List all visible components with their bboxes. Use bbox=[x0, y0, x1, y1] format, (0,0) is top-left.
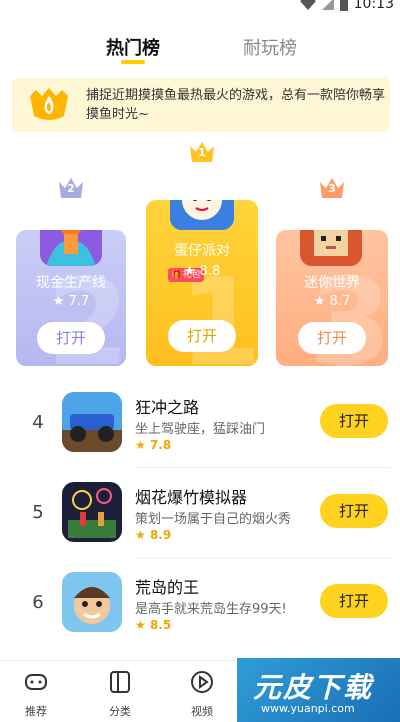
ranking-tabs: 热门榜 耐玩榜 bbox=[0, 30, 400, 70]
open-button[interactable]: 打开 bbox=[320, 404, 388, 438]
podium-rating-value-1: 8.8 bbox=[199, 264, 221, 279]
list-game-name: 狂冲之路 bbox=[135, 398, 200, 417]
list-game-rating: ★ 8.5 bbox=[135, 618, 172, 632]
status-bar: 10:13 bbox=[0, 0, 400, 14]
list-rank: 4 bbox=[32, 412, 44, 433]
nav-item-recommend[interactable]: 推荐 bbox=[16, 669, 56, 719]
podium: 2 2 现金生产线 ★ 7.7 打开 1 1 🎁礼包 蛋仔派对 ★ 8.8 打开… bbox=[0, 140, 400, 370]
category-icon bbox=[110, 671, 130, 693]
open-button-3[interactable]: 打开 bbox=[298, 322, 366, 354]
podium-rating-value-2: 7.7 bbox=[68, 294, 90, 309]
list-rating-value: 8.9 bbox=[149, 528, 172, 542]
site-watermark: 元皮下载 www.yuanpi.com bbox=[237, 658, 400, 722]
play-icon bbox=[191, 671, 213, 693]
gamepad-icon bbox=[25, 674, 47, 690]
podium-rank-3: 3 bbox=[328, 182, 336, 195]
list-game-rating: ★ 8.9 bbox=[135, 528, 172, 542]
list-rating-value: 8.5 bbox=[149, 618, 172, 632]
cash-line-game-icon bbox=[40, 230, 102, 266]
podium-name-1: 蛋仔派对 bbox=[174, 243, 230, 259]
eggy-party-game-icon bbox=[170, 200, 234, 230]
watermark-url: www.yuanpi.com bbox=[261, 702, 355, 715]
nav-item-video[interactable]: 视频 bbox=[182, 669, 222, 719]
open-button-1[interactable]: 打开 bbox=[168, 320, 236, 352]
open-button[interactable]: 打开 bbox=[320, 584, 388, 618]
crazy-road-game-icon bbox=[62, 392, 122, 452]
nav-label-category: 分类 bbox=[109, 705, 131, 718]
list-game-desc: 策划一场属于自己的烟火秀 bbox=[135, 512, 292, 527]
tab-hot[interactable]: 热门榜 bbox=[106, 34, 160, 60]
list-game-name: 烟花爆竹模拟器 bbox=[135, 488, 248, 507]
nav-label-video: 视频 bbox=[191, 705, 213, 718]
wifi-icon bbox=[299, 0, 316, 10]
list-item[interactable]: 5 烟花爆竹模拟器 策划一场属于自己的烟火秀 ★ 8.9 打开 bbox=[0, 468, 400, 558]
list-item[interactable]: 6 荒岛的王 是高手就来荒岛生存99天! ★ 8.5 打开 bbox=[0, 558, 400, 648]
flame-badge-icon bbox=[30, 88, 68, 120]
list-game-rating: ★ 7.8 bbox=[135, 438, 172, 452]
list-rank: 5 bbox=[32, 502, 44, 523]
list-rank: 6 bbox=[32, 592, 44, 613]
battery-icon bbox=[339, 0, 348, 11]
island-king-game-icon bbox=[62, 572, 122, 632]
podium-rating-3: ★ 8.7 bbox=[313, 294, 351, 309]
fireworks-game-icon bbox=[62, 482, 122, 542]
podium-name-3: 迷你世界 bbox=[304, 275, 360, 291]
podium-rating-2: ★ 7.7 bbox=[52, 294, 90, 309]
active-tab-indicator bbox=[121, 60, 145, 64]
open-button-2[interactable]: 打开 bbox=[37, 322, 105, 354]
open-button[interactable]: 打开 bbox=[320, 494, 388, 528]
podium-card-1[interactable]: 1 🎁礼包 蛋仔派对 ★ 8.8 打开 bbox=[146, 200, 258, 366]
status-time: 10:13 bbox=[353, 0, 394, 12]
mini-world-game-icon bbox=[300, 230, 362, 266]
podium-rank-1: 1 bbox=[198, 146, 206, 159]
list-rating-value: 7.8 bbox=[149, 438, 172, 452]
podium-rank-2: 2 bbox=[67, 182, 75, 195]
podium-name-2: 现金生产线 bbox=[36, 275, 106, 291]
list-item[interactable]: 4 狂冲之路 坐上驾驶座，猛踩油门 ★ 7.8 打开 bbox=[0, 378, 400, 468]
ranking-banner: 捕捉近期摸摸鱼最热最火的游戏，总有一款陪你畅享摸鱼时光~ bbox=[12, 78, 390, 132]
nav-item-category[interactable]: 分类 bbox=[100, 669, 140, 719]
status-icons: 10:13 bbox=[299, 0, 394, 12]
tab-durable[interactable]: 耐玩榜 bbox=[243, 34, 297, 60]
list-game-desc: 坐上驾驶座，猛踩油门 bbox=[135, 422, 266, 437]
podium-card-2[interactable]: 2 现金生产线 ★ 7.7 打开 bbox=[16, 230, 126, 366]
signal-icon bbox=[321, 0, 334, 10]
list-game-name: 荒岛的王 bbox=[135, 578, 200, 597]
podium-card-3[interactable]: 3 迷你世界 ★ 8.7 打开 bbox=[276, 230, 388, 366]
podium-rating-value-3: 8.7 bbox=[329, 294, 351, 309]
nav-label-recommend: 推荐 bbox=[25, 705, 47, 718]
banner-text: 捕捉近期摸摸鱼最热最火的游戏，总有一款陪你畅享摸鱼时光~ bbox=[86, 88, 386, 122]
podium-rating-1: ★ 8.8 bbox=[183, 264, 221, 279]
list-game-desc: 是高手就来荒岛生存99天! bbox=[135, 602, 287, 617]
watermark-title: 元皮下载 bbox=[253, 671, 374, 704]
